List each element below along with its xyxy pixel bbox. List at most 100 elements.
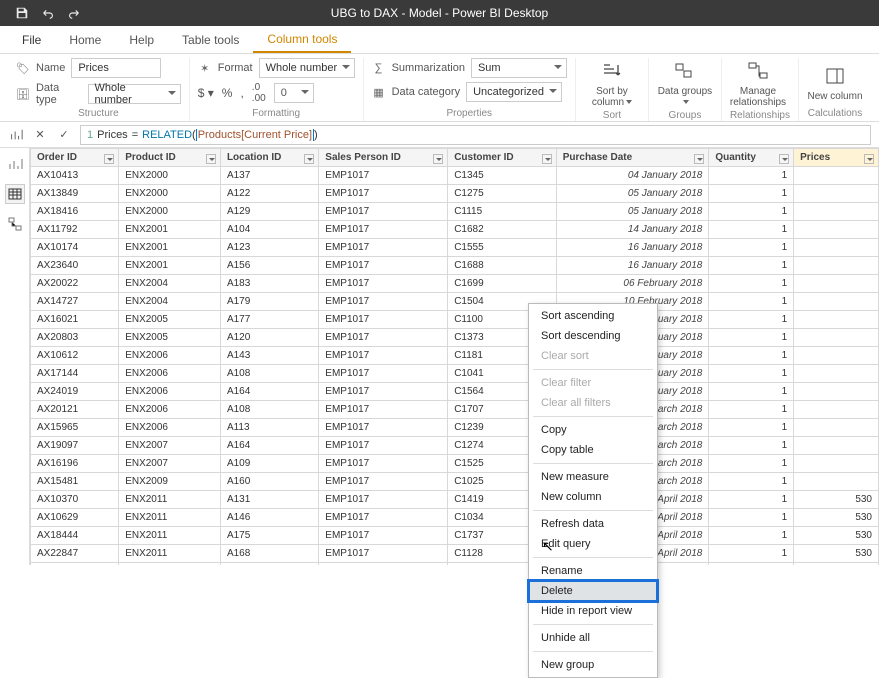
cell[interactable] [794, 203, 879, 221]
cell[interactable]: A164 [220, 437, 318, 455]
menu-sort-desc[interactable]: Sort descending [529, 326, 657, 346]
chart-view-icon[interactable] [8, 127, 24, 143]
cell[interactable]: 1 [709, 275, 794, 293]
tab-table-tools[interactable]: Table tools [168, 26, 253, 53]
cell[interactable]: ENX2001 [119, 221, 221, 239]
cell[interactable]: AX11792 [31, 221, 119, 239]
cell[interactable]: 1 [709, 167, 794, 185]
menu-copy-table[interactable]: Copy table [529, 440, 657, 460]
cell[interactable]: ENX2000 [119, 185, 221, 203]
table-row[interactable]: AX10612ENX2006A143EMP1017C118125 Februar… [31, 347, 879, 365]
cell[interactable]: AX24019 [31, 383, 119, 401]
cell[interactable]: ENX2006 [119, 419, 221, 437]
cell[interactable]: ENX2009 [119, 473, 221, 491]
tab-home[interactable]: Home [55, 26, 115, 53]
cell[interactable]: A160 [220, 473, 318, 491]
table-row[interactable]: AX18444ENX2011A175EMP1017C173718 April 2… [31, 527, 879, 545]
cell[interactable]: EMP1017 [319, 329, 448, 347]
cell[interactable] [794, 293, 879, 311]
category-combo[interactable]: Uncategorized [466, 82, 562, 102]
cell[interactable]: A113 [220, 419, 318, 437]
cell[interactable]: C1555 [448, 239, 557, 257]
cell[interactable]: AX22847 [31, 545, 119, 563]
cell[interactable]: 1 [709, 365, 794, 383]
cell[interactable]: A168 [220, 545, 318, 563]
cell[interactable]: EMP1017 [319, 491, 448, 509]
menu-edit-query[interactable]: Edit query [529, 534, 657, 554]
cell[interactable]: ENX2004 [119, 275, 221, 293]
column-header[interactable]: Purchase Date [556, 149, 709, 167]
cell[interactable]: EMP1017 [319, 185, 448, 203]
cell[interactable] [794, 383, 879, 401]
cell[interactable]: 1 [709, 401, 794, 419]
cell[interactable]: A109 [220, 455, 318, 473]
cell[interactable] [794, 365, 879, 383]
cell[interactable]: AX19097 [31, 437, 119, 455]
sort-by-column-button[interactable]: Sort by column [584, 58, 640, 108]
cell[interactable]: EMP1017 [319, 437, 448, 455]
table-row[interactable]: AX23640ENX2001A156EMP1017C168816 January… [31, 257, 879, 275]
cell[interactable]: AX15965 [31, 419, 119, 437]
cell[interactable]: C1275 [448, 185, 557, 203]
percent-button[interactable]: % [222, 86, 233, 100]
cell[interactable]: A108 [220, 365, 318, 383]
cell[interactable]: EMP1017 [319, 203, 448, 221]
cell[interactable]: 1 [709, 239, 794, 257]
table-row[interactable]: AX17144ENX2006A108EMP1017C104125 Februar… [31, 365, 879, 383]
cell[interactable]: A143 [220, 347, 318, 365]
cell[interactable]: EMP1017 [319, 509, 448, 527]
cell[interactable]: A175 [220, 527, 318, 545]
table-row[interactable]: AX10629ENX2011A146EMP1017C103417 April 2… [31, 509, 879, 527]
cell[interactable]: 16 January 2018 [556, 257, 709, 275]
cell[interactable]: ENX2000 [119, 203, 221, 221]
cell[interactable] [794, 419, 879, 437]
cell[interactable]: 1 [709, 473, 794, 491]
cell[interactable] [794, 437, 879, 455]
cell[interactable]: AX10413 [31, 167, 119, 185]
cell[interactable]: A156 [220, 257, 318, 275]
table-row[interactable]: AX16196ENX2007A109EMP1017C152513 March 2… [31, 455, 879, 473]
cell[interactable]: ENX2001 [119, 239, 221, 257]
cell[interactable]: AX10370 [31, 491, 119, 509]
cell[interactable]: C1688 [448, 257, 557, 275]
cell[interactable]: AX10174 [31, 239, 119, 257]
cell[interactable]: EMP1017 [319, 545, 448, 563]
cell[interactable] [794, 455, 879, 473]
menu-sort-asc[interactable]: Sort ascending [529, 306, 657, 326]
cell[interactable] [794, 239, 879, 257]
cell[interactable]: 1 [709, 383, 794, 401]
cell[interactable]: 1 [709, 491, 794, 509]
cell[interactable]: ENX2000 [119, 167, 221, 185]
cell[interactable]: AX10612 [31, 347, 119, 365]
menu-rename[interactable]: Rename [529, 561, 657, 581]
model-view-icon[interactable] [5, 214, 25, 234]
table-row[interactable]: AX20022ENX2004A183EMP1017C169906 Februar… [31, 275, 879, 293]
datatype-combo[interactable]: Whole number [88, 84, 181, 104]
cell[interactable]: A123 [220, 239, 318, 257]
column-header[interactable]: Location ID [220, 149, 318, 167]
cell[interactable]: EMP1017 [319, 527, 448, 545]
cell[interactable]: 530 [794, 491, 879, 509]
cell[interactable]: ENX2006 [119, 383, 221, 401]
cell[interactable]: EMP1017 [319, 473, 448, 491]
format-combo[interactable]: Whole number [259, 58, 355, 78]
cell[interactable]: A104 [220, 221, 318, 239]
cell[interactable]: AX18416 [31, 203, 119, 221]
cell[interactable]: 1 [709, 545, 794, 563]
cell[interactable]: ENX2006 [119, 365, 221, 383]
cell[interactable]: AX17144 [31, 365, 119, 383]
cell[interactable]: AX20022 [31, 275, 119, 293]
cell[interactable]: AX18444 [31, 527, 119, 545]
comma-button[interactable]: , [240, 86, 243, 100]
cell[interactable]: 530 [794, 545, 879, 563]
column-header[interactable]: Sales Person ID [319, 149, 448, 167]
table-row[interactable]: AX11792ENX2001A104EMP1017C168214 January… [31, 221, 879, 239]
cell[interactable]: A183 [220, 275, 318, 293]
table-row[interactable]: AX10413ENX2000A137EMP1017C134504 January… [31, 167, 879, 185]
cell[interactable]: ENX2006 [119, 401, 221, 419]
column-header[interactable]: Order ID [31, 149, 119, 167]
menu-copy[interactable]: Copy [529, 420, 657, 440]
cell[interactable] [794, 329, 879, 347]
cell[interactable]: 530 [794, 509, 879, 527]
cell[interactable]: 1 [709, 509, 794, 527]
